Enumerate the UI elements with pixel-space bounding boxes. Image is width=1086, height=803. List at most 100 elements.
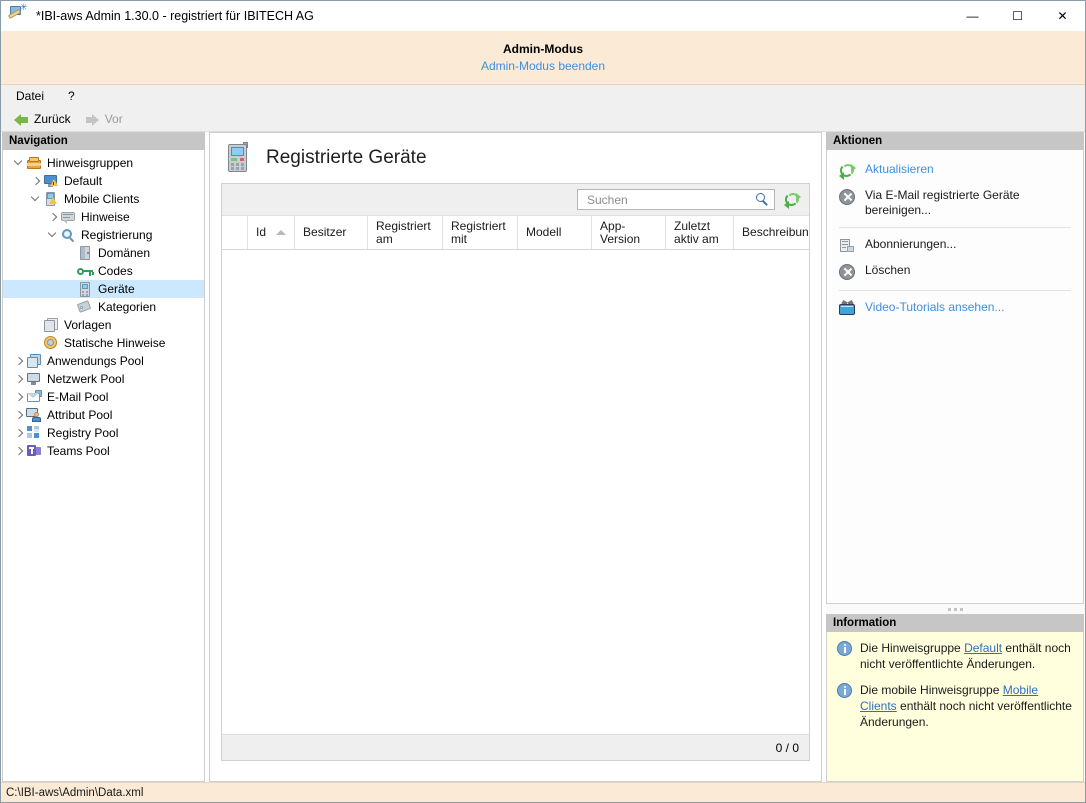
maximize-button[interactable]: ☐: [995, 1, 1040, 31]
action-l-schen[interactable]: Löschen: [827, 259, 1083, 285]
domain-server-icon: [77, 245, 94, 261]
sidebar-item-registry-pool[interactable]: Registry Pool: [3, 424, 204, 442]
status-bar: C:\IBI-aws\Admin\Data.xml: [1, 782, 1085, 802]
chevron-right-icon[interactable]: [11, 406, 26, 424]
chevron-right-icon[interactable]: [11, 424, 26, 442]
sidebar-item-label: Statische Hinweise: [64, 335, 165, 351]
column-header-registriert-am[interactable]: Registriert am: [368, 216, 443, 249]
sidebar-item-ger-te[interactable]: Geräte: [3, 280, 204, 298]
key-icon: [77, 263, 94, 279]
sidebar-item-label: Registrierung: [81, 227, 152, 243]
sidebar-item-statische-hinweise[interactable]: Statische Hinweise: [3, 334, 204, 352]
back-button[interactable]: Zurück: [9, 111, 76, 127]
menu-item-datei[interactable]: Datei: [13, 88, 47, 104]
navigation-tree[interactable]: Hinweisgruppen Default Mobile ClientsHinwe…: [2, 150, 205, 782]
refresh-icon[interactable]: [784, 192, 801, 208]
templates-icon: [43, 317, 60, 333]
application-pool-icon: [26, 353, 43, 369]
status-bar-path: C:\IBI-aws\Admin\Data.xml: [6, 787, 143, 799]
action-via-e-mail-registrierte-ger-te-bereinigen[interactable]: Via E-Mail registrierte Geräte bereinige…: [827, 184, 1083, 222]
content-bottom-padding: [210, 761, 821, 781]
action-video-tutorials-ansehen[interactable]: Video-Tutorials ansehen...: [827, 296, 1083, 322]
column-header-zuletzt-aktiv-am[interactable]: Zuletzt aktiv am: [666, 216, 734, 249]
column-header-beschreibung[interactable]: Beschreibung: [734, 216, 809, 249]
action-abonnierungen[interactable]: Abonnierungen...: [827, 233, 1083, 259]
sidebar-item-mobile-clients[interactable]: Mobile Clients: [3, 190, 204, 208]
sidebar-item-kategorien[interactable]: Kategorien: [3, 298, 204, 316]
sidebar-item-label: Hinweisgruppen: [47, 155, 133, 171]
column-header-label: Beschreibung: [742, 226, 809, 239]
delete-circle-x-icon: [839, 264, 856, 281]
tag-icon: [77, 299, 94, 315]
page-title: Registrierte Geräte: [266, 147, 427, 169]
search-box[interactable]: [577, 189, 775, 210]
column-header-id[interactable]: Id: [248, 216, 295, 249]
chevron-down-icon[interactable]: [28, 190, 43, 208]
forward-button[interactable]: Vor: [80, 111, 128, 127]
sidebar-item-label: E-Mail Pool: [47, 389, 108, 405]
sidebar-item-label: Anwendungs Pool: [47, 353, 144, 369]
sidebar-item-anwendungs-pool[interactable]: Anwendungs Pool: [3, 352, 204, 370]
chevron-down-icon[interactable]: [45, 226, 60, 244]
app-window-pencil-icon: [8, 5, 30, 27]
minimize-button[interactable]: —: [950, 1, 995, 31]
sort-ascending-icon: [276, 230, 286, 235]
column-header-besitzer[interactable]: Besitzer: [295, 216, 368, 249]
grid-rows-area[interactable]: [222, 250, 809, 734]
chevron-right-icon[interactable]: [11, 370, 26, 388]
sidebar-item-attribut-pool[interactable]: Attribut Pool: [3, 406, 204, 424]
sidebar-item-label: Attribut Pool: [47, 407, 112, 423]
sidebar-item-vorlagen[interactable]: Vorlagen: [3, 316, 204, 334]
chevron-right-icon[interactable]: [11, 388, 26, 406]
forward-button-label: Vor: [105, 112, 123, 126]
menu-item-help[interactable]: ?: [65, 88, 78, 104]
information-message-text: Die mobile Hinweisgruppe Mobile Clients …: [860, 682, 1073, 730]
mobile-phone-icon: [77, 281, 94, 297]
sidebar-item-teams-pool[interactable]: Teams Pool: [3, 442, 204, 460]
chevron-right-icon[interactable]: [11, 442, 26, 460]
sidebar-item-label: Kategorien: [98, 299, 156, 315]
column-header-app-version[interactable]: App-Version: [592, 216, 666, 249]
information-message: Die Hinweisgruppe Default enthält noch n…: [837, 640, 1073, 672]
column-header-modell[interactable]: Modell: [518, 216, 592, 249]
actions-list[interactable]: AktualisierenVia E-Mail registrierte Ger…: [827, 150, 1083, 322]
actions-separator: [839, 290, 1071, 291]
devices-grid: Id BesitzerRegistriert amRegistriert mitM…: [221, 183, 810, 761]
chevron-right-icon[interactable]: [11, 352, 26, 370]
action-aktualisieren[interactable]: Aktualisieren: [827, 158, 1083, 184]
sidebar-item-default[interactable]: Default: [3, 172, 204, 190]
close-button[interactable]: ✕: [1040, 1, 1085, 31]
sidebar-item-registrierung[interactable]: Registrierung: [3, 226, 204, 244]
sidebar-item-hinweise[interactable]: Hinweise: [3, 208, 204, 226]
sidebar-item-label: Mobile Clients: [64, 191, 139, 207]
sidebar-item-label: Codes: [98, 263, 133, 279]
mobile-phone-icon: [226, 142, 252, 174]
grid-column-headers[interactable]: Id BesitzerRegistriert amRegistriert mitM…: [222, 216, 809, 250]
grid-footer: 0 / 0: [222, 734, 809, 760]
navigation-toolbar: Zurück Vor: [1, 107, 1085, 132]
search-icon[interactable]: [756, 193, 770, 207]
sidebar-item-e-mail-pool[interactable]: E-Mail Pool: [3, 388, 204, 406]
search-input[interactable]: [585, 192, 756, 208]
column-header-label: App-Version: [600, 220, 657, 246]
chevron-right-icon[interactable]: [28, 172, 43, 190]
information-message-link[interactable]: Default: [964, 641, 1002, 655]
column-header-registriert-mit[interactable]: Registriert mit: [443, 216, 518, 249]
sidebar-item-dom-nen[interactable]: Domänen: [3, 244, 204, 262]
cleanup-circle-x-icon: [839, 189, 856, 206]
exit-admin-mode-link[interactable]: Admin-Modus beenden: [481, 59, 605, 73]
sidebar-item-label: Default: [64, 173, 102, 189]
sidebar-item-hinweisgruppen[interactable]: Hinweisgruppen: [3, 154, 204, 172]
chevron-right-icon[interactable]: [45, 208, 60, 226]
grid-toolbar: [222, 184, 809, 216]
grid-header-row-selector: [222, 216, 248, 249]
panel-splitter[interactable]: [826, 604, 1084, 614]
window-title: *IBI-aws Admin 1.30.0 - registriert für …: [36, 9, 314, 23]
sidebar-item-label: Registry Pool: [47, 425, 118, 441]
sidebar-item-netzwerk-pool[interactable]: Netzwerk Pool: [3, 370, 204, 388]
chevron-down-icon[interactable]: [11, 154, 26, 172]
column-header-label: Id: [256, 226, 266, 239]
subscriptions-icon: [839, 238, 856, 255]
navigation-panel-header: Navigation: [2, 132, 205, 150]
sidebar-item-codes[interactable]: Codes: [3, 262, 204, 280]
